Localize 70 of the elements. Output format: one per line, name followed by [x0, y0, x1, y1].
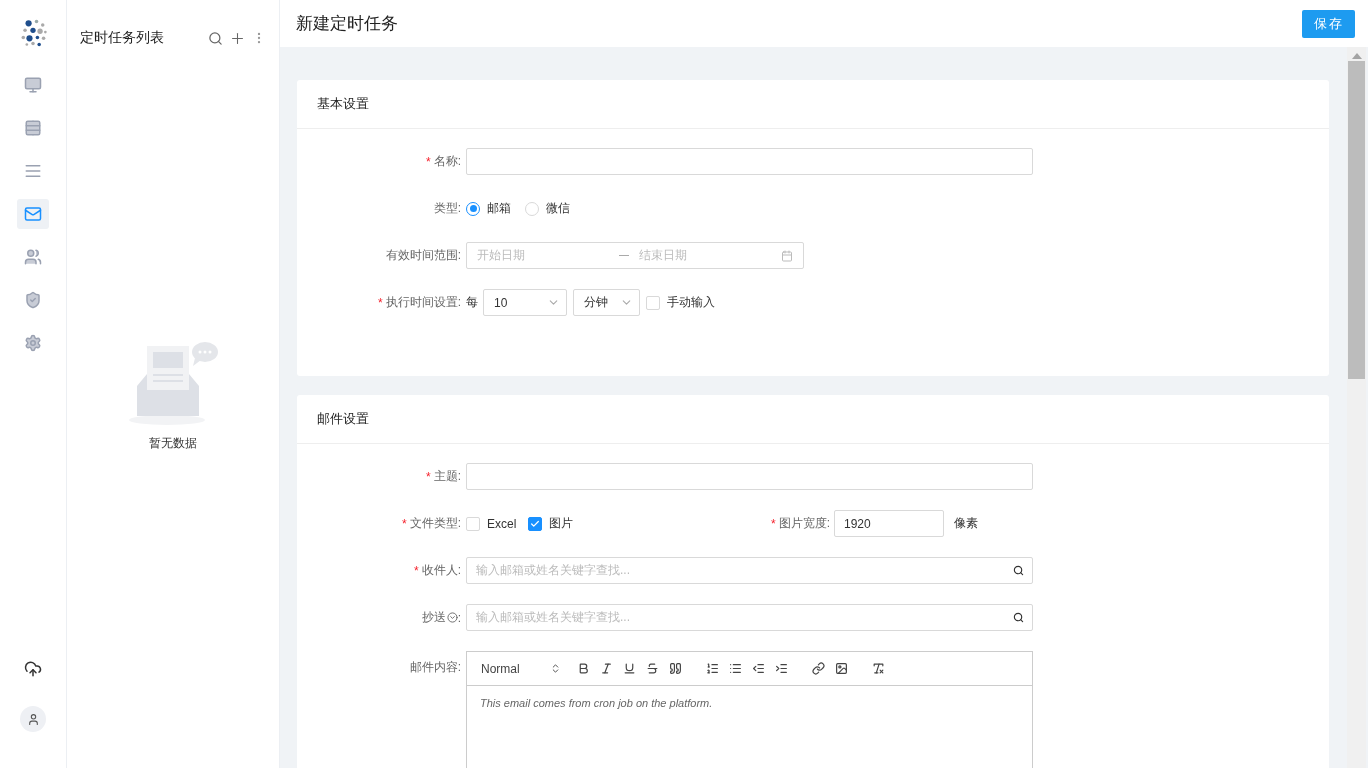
help-icon[interactable] — [446, 612, 458, 623]
italic-icon[interactable] — [600, 662, 613, 675]
rich-text-editor[interactable]: Normal This email comes from cron job on the platform. — [466, 651, 1033, 768]
scroll-up-arrow-icon[interactable] — [1351, 53, 1362, 60]
nav-mail-button[interactable] — [17, 199, 49, 229]
field-label: 文件类型: — [409, 515, 461, 532]
start-date-placeholder: 开始日期 — [477, 247, 526, 264]
calendar-icon — [781, 249, 793, 262]
checkbox-label: Excel — [487, 516, 517, 531]
unit-label: 像素 — [954, 515, 978, 532]
search-icon — [1013, 565, 1024, 576]
scrollbar-thumb[interactable] — [1348, 61, 1365, 379]
ordered-list-icon[interactable] — [706, 662, 719, 675]
mail-icon — [24, 205, 42, 223]
option-label: 邮箱 — [487, 200, 511, 217]
checkbox-label: 手动输入 — [667, 294, 715, 311]
field-label: 收件人: — [421, 562, 461, 579]
shield-check-icon — [24, 291, 42, 309]
strikethrough-icon[interactable] — [646, 662, 659, 675]
monitor-icon — [24, 76, 42, 94]
table-icon — [24, 119, 42, 137]
required-mark: * — [402, 516, 407, 531]
panel-title: 定时任务列表 — [80, 29, 165, 47]
check-icon — [530, 518, 541, 529]
field-label: 有效时间范围: — [385, 247, 461, 264]
search-icon — [1013, 612, 1024, 623]
clear-format-icon[interactable] — [872, 662, 885, 675]
field-label: 邮件内容: — [409, 659, 461, 676]
text-input[interactable] — [466, 148, 1033, 175]
card-title: 邮件设置 — [317, 410, 369, 428]
page-title: 新建定时任务 — [296, 13, 398, 35]
underline-icon[interactable] — [623, 662, 636, 675]
prefix-text: 每 — [466, 294, 478, 311]
scrollbar[interactable] — [1347, 47, 1366, 768]
field-label: 类型: — [433, 200, 461, 217]
up-down-caret-icon — [550, 663, 561, 674]
checkbox-label: 图片 — [549, 515, 574, 532]
field-label: 执行时间设置: — [385, 294, 461, 311]
interval-select[interactable]: 10 — [483, 289, 567, 316]
colon: : — [457, 610, 461, 625]
option-label: 微信 — [546, 200, 570, 217]
required-mark: * — [771, 516, 776, 531]
field-label: 抄送 — [421, 609, 446, 626]
width-input[interactable]: 1920 — [834, 510, 944, 537]
format-select[interactable]: Normal — [481, 661, 561, 676]
required-mark: * — [414, 563, 419, 578]
card-title: 基本设置 — [317, 95, 369, 113]
image-icon[interactable] — [835, 662, 848, 675]
indent-icon[interactable] — [775, 662, 788, 675]
checkbox[interactable] — [528, 516, 543, 531]
unit-select[interactable]: 分钟 — [573, 289, 640, 316]
empty-text: 暂无数据 — [149, 435, 197, 452]
required-mark: * — [426, 154, 431, 169]
avatar[interactable] — [20, 706, 46, 732]
editor-text: This email comes from cron job on the platform. — [479, 696, 714, 711]
required-mark: * — [378, 295, 383, 310]
link-icon[interactable] — [812, 662, 825, 675]
rows-icon — [24, 162, 42, 180]
bold-icon[interactable] — [577, 662, 590, 675]
text-input[interactable] — [466, 463, 1033, 490]
bullet-list-icon[interactable] — [729, 662, 742, 675]
outdent-icon[interactable] — [752, 662, 765, 675]
settings-icon — [24, 334, 42, 352]
field-label: 名称: — [433, 153, 461, 170]
required-mark: * — [426, 469, 431, 484]
end-date-placeholder: 结束日期 — [639, 247, 688, 264]
field-label: 主题: — [433, 468, 461, 485]
users-icon — [24, 248, 42, 266]
quote-icon[interactable] — [669, 662, 682, 675]
field-label: 图片宽度: — [778, 515, 830, 532]
